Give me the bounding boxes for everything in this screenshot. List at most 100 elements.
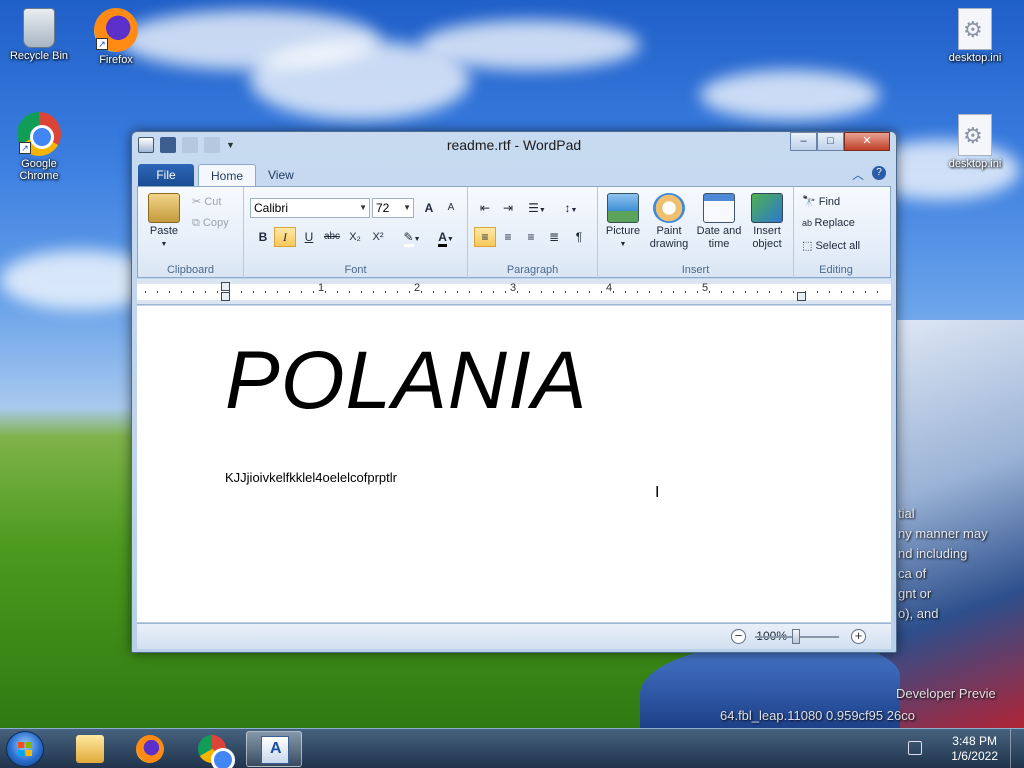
show-desktop-button[interactable] xyxy=(1010,729,1024,768)
taskbar: 3:48 PM 1/6/2022 xyxy=(0,728,1024,768)
desktop-icon-desktop-ini[interactable]: desktop.ini xyxy=(939,8,1011,64)
zoom-in-button[interactable]: + xyxy=(851,629,866,644)
help-icon[interactable]: ? xyxy=(872,166,886,180)
underline-button[interactable]: U xyxy=(298,227,320,247)
ruler-tick xyxy=(685,291,686,293)
maximize-button[interactable]: □ xyxy=(817,132,844,151)
find-button[interactable]: 🔭 Find xyxy=(802,195,840,208)
justify-button[interactable]: ≣ xyxy=(543,227,565,247)
hanging-indent-marker[interactable] xyxy=(221,292,230,301)
line-spacing-button[interactable]: ↕▼ xyxy=(556,198,586,218)
chrome-icon xyxy=(198,735,235,768)
status-bar: 100% − + xyxy=(137,623,891,649)
desktop-icon-firefox[interactable]: ↗ Firefox xyxy=(80,8,152,66)
ruler-number: 1 xyxy=(318,282,325,294)
clock[interactable]: 3:48 PM 1/6/2022 xyxy=(951,734,998,764)
tab-view[interactable]: View xyxy=(256,164,306,186)
cut-label: Cut xyxy=(204,196,222,208)
font-family-select[interactable]: Calibri ▼ xyxy=(250,198,370,218)
tab-file[interactable]: File xyxy=(138,164,194,186)
taskbar-firefox[interactable] xyxy=(122,731,178,767)
start-button[interactable] xyxy=(6,731,44,767)
ruler-number: 4 xyxy=(606,282,613,294)
increase-indent-button[interactable]: ⇥ xyxy=(497,198,519,218)
font-size-select[interactable]: 72 ▼ xyxy=(372,198,414,218)
group-label: Paragraph xyxy=(506,264,559,276)
document-body-line: KJJjioivkelfkklel4oelelcofprptlr xyxy=(225,470,397,485)
ruler-tick xyxy=(373,291,374,293)
ruler-tick xyxy=(493,291,494,293)
date-time-button[interactable]: Date and time xyxy=(696,193,742,251)
ruler-tick xyxy=(433,291,434,293)
ruler-tick xyxy=(841,291,842,293)
desktop-icon-google-chrome[interactable]: ↗ Google Chrome xyxy=(3,112,75,182)
network-icon[interactable] xyxy=(908,741,922,755)
wallpaper-character xyxy=(880,320,1024,728)
replace-button[interactable]: ab Replace xyxy=(802,217,855,229)
text-cursor-icon: I xyxy=(655,484,660,501)
folder-icon xyxy=(76,735,104,763)
ruler-tick xyxy=(613,291,614,293)
picture-button[interactable]: Picture ▼ xyxy=(604,193,642,251)
left-indent-marker[interactable] xyxy=(221,282,230,291)
copy-button[interactable]: ⧉ Copy xyxy=(192,217,229,230)
build-watermark: 64.fbl_leap.11080 0.959cf95 26co xyxy=(720,708,915,723)
watermark-line: ca of xyxy=(898,566,927,581)
shortcut-arrow-icon: ↗ xyxy=(19,142,31,154)
minimize-ribbon-icon[interactable]: ︿ xyxy=(852,166,864,183)
date-time-label: Date and time xyxy=(696,225,742,250)
text-color-button[interactable]: A▼ xyxy=(430,227,462,247)
clipboard-group: Paste ▼ ✂ Cut ⧉ Copy Clipboard xyxy=(138,187,244,279)
clipboard-icon xyxy=(148,193,180,223)
italic-button[interactable]: I xyxy=(274,227,296,247)
decrease-indent-button[interactable]: ⇤ xyxy=(474,198,496,218)
tab-home[interactable]: Home xyxy=(198,164,257,186)
align-left-button[interactable]: ≡ xyxy=(474,227,496,247)
document-area[interactable]: POLANIA KJJjioivkelfkklel4oelelcofprptlr… xyxy=(137,306,891,622)
watermark-line: gnt or xyxy=(898,586,932,601)
close-button[interactable]: ✕ xyxy=(844,132,890,151)
title-bar[interactable]: ▼ readme.rtf - WordPad – □ ✕ xyxy=(132,132,896,160)
align-center-button[interactable]: ≡ xyxy=(497,227,519,247)
ruler-tick xyxy=(733,291,734,293)
select-all-button[interactable]: ⬚ Select all xyxy=(802,239,860,252)
grow-font-button[interactable]: A xyxy=(418,198,440,218)
bold-button[interactable]: B xyxy=(252,227,274,247)
ruler[interactable]: 1 2 3 4 5 xyxy=(137,279,891,305)
wordpad-window[interactable]: ▼ readme.rtf - WordPad – □ ✕ File Home V… xyxy=(131,131,897,653)
zoom-out-button[interactable]: − xyxy=(731,629,746,644)
paste-button[interactable]: Paste ▼ xyxy=(144,193,184,251)
superscript-button[interactable]: X² xyxy=(367,227,389,247)
shrink-font-button[interactable]: A xyxy=(440,198,462,218)
strikethrough-button[interactable]: abc xyxy=(321,227,343,247)
right-indent-marker[interactable] xyxy=(797,292,806,301)
paragraph-button[interactable]: ¶ xyxy=(568,227,590,247)
chevron-down-icon: ▼ xyxy=(446,236,454,243)
subscript-button[interactable]: X₂ xyxy=(344,227,366,247)
taskbar-wordpad[interactable] xyxy=(246,731,302,767)
paint-drawing-button[interactable]: Paint drawing xyxy=(646,193,692,251)
cut-button[interactable]: ✂ Cut xyxy=(192,195,221,208)
chevron-down-icon: ▼ xyxy=(403,203,411,212)
highlight-color-button[interactable]: ✎▼ xyxy=(396,227,428,247)
align-right-button[interactable]: ≡ xyxy=(520,227,542,247)
taskbar-chrome[interactable] xyxy=(184,731,240,768)
ruler-tick xyxy=(673,291,674,293)
select-all-label: Select all xyxy=(815,240,861,252)
insert-object-button[interactable]: Insert object xyxy=(746,193,788,251)
palette-icon xyxy=(653,193,685,223)
document-heading: POLANIA xyxy=(225,335,588,426)
minimize-button[interactable]: – xyxy=(790,132,817,151)
ruler-tick xyxy=(229,291,230,293)
taskbar-explorer[interactable] xyxy=(62,731,118,767)
desktop-icon-desktop-ini[interactable]: desktop.ini xyxy=(939,114,1011,170)
zoom-slider-thumb[interactable] xyxy=(792,629,800,644)
ruler-tick xyxy=(313,291,314,293)
bullets-button[interactable]: ☰▼ xyxy=(522,198,552,218)
scissors-icon: ✂ xyxy=(192,196,205,208)
ribbon-tabs: File Home View ︿ ? xyxy=(138,162,890,186)
insert-group: Picture ▼ Paint drawing Date and time In… xyxy=(598,187,794,279)
ruler-tick xyxy=(445,291,446,293)
font-group: Calibri ▼ 72 ▼ A A B I U abc X₂ X² ✎▼ A▼ F… xyxy=(244,187,468,279)
desktop-icon-recycle-bin[interactable]: Recycle Bin xyxy=(3,8,75,62)
